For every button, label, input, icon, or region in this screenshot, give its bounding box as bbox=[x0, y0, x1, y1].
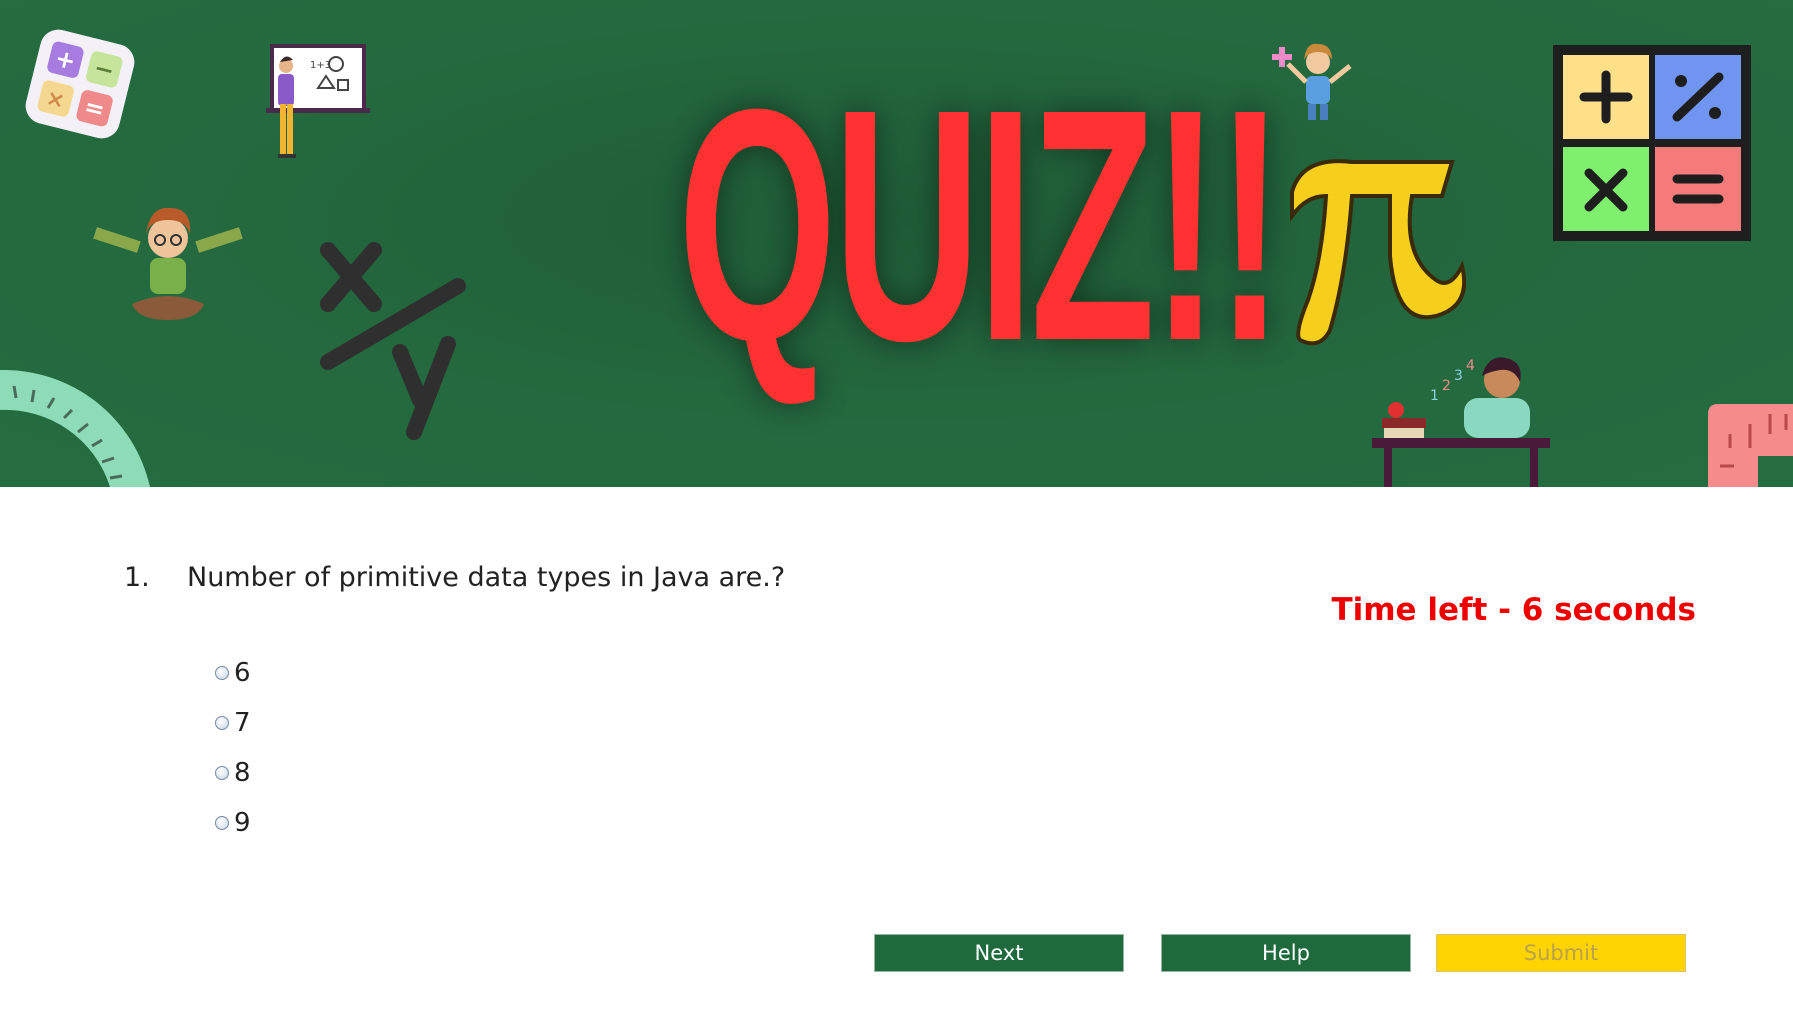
submit-button[interactable]: Submit bbox=[1436, 934, 1686, 972]
svg-text:1+3: 1+3 bbox=[310, 60, 331, 71]
radio-button[interactable] bbox=[215, 816, 229, 830]
answer-option[interactable]: 7 bbox=[215, 698, 251, 748]
svg-text:3: 3 bbox=[1454, 368, 1463, 384]
quiz-title: QUIZ!! bbox=[677, 40, 1284, 409]
radio-button[interactable] bbox=[215, 716, 229, 730]
radio-button[interactable] bbox=[215, 766, 229, 780]
question-number: 1. bbox=[124, 562, 150, 593]
ruler-icon bbox=[1708, 404, 1793, 487]
answer-option-label: 6 bbox=[234, 658, 251, 688]
math-operators-grid-icon bbox=[1553, 45, 1751, 241]
calculator-icon: + − × = bbox=[25, 29, 135, 139]
answer-option-label: 9 bbox=[234, 808, 251, 838]
radio-button[interactable] bbox=[215, 666, 229, 680]
answer-option-label: 8 bbox=[234, 758, 251, 788]
svg-text:2: 2 bbox=[1442, 378, 1451, 394]
child-with-ruler-icon bbox=[93, 207, 243, 320]
protractor-icon bbox=[0, 370, 150, 487]
answer-options: 6 7 8 9 bbox=[215, 648, 251, 848]
answer-option[interactable]: 6 bbox=[215, 648, 251, 698]
help-button[interactable]: Help bbox=[1161, 934, 1411, 972]
student-at-desk-icon: 1 2 3 4 bbox=[1372, 357, 1550, 487]
svg-text:4: 4 bbox=[1466, 358, 1475, 374]
quiz-page: + − × = 1+3 QUIZ!! 1 2 3 4 1. Number of … bbox=[0, 0, 1793, 1011]
time-left-label: Time left - 6 seconds bbox=[1331, 592, 1696, 628]
answer-option-label: 7 bbox=[234, 708, 251, 738]
girl-with-plus-icon bbox=[1272, 43, 1352, 120]
answer-option[interactable]: 9 bbox=[215, 798, 251, 848]
teacher-whiteboard-icon: 1+3 bbox=[266, 44, 370, 158]
pi-symbol-icon bbox=[1290, 159, 1466, 346]
quiz-banner: + − × = 1+3 QUIZ!! 1 2 3 4 bbox=[0, 0, 1793, 487]
svg-text:1: 1 bbox=[1430, 388, 1439, 404]
x-over-y-icon bbox=[320, 242, 466, 440]
question-text: Number of primitive data types in Java a… bbox=[187, 562, 786, 593]
next-button[interactable]: Next bbox=[874, 934, 1124, 972]
answer-option[interactable]: 8 bbox=[215, 748, 251, 798]
